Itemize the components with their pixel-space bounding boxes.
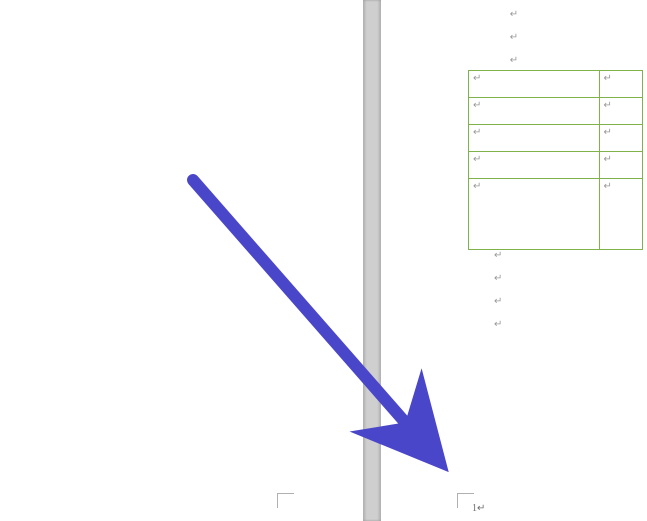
- table-cell[interactable]: ↵: [599, 179, 643, 250]
- table-cell[interactable]: ↵: [469, 71, 600, 98]
- paragraph-mark: ↵: [494, 251, 502, 261]
- paragraph-mark: ↵: [381, 33, 647, 43]
- paragraph-mark: ↵: [494, 297, 502, 307]
- table-row[interactable]: ↵ ↵: [469, 152, 643, 179]
- paragraph-mark: ↵: [381, 10, 647, 20]
- table-cell[interactable]: ↵: [469, 152, 600, 179]
- table-cell[interactable]: ↵: [469, 179, 600, 250]
- table-row[interactable]: ↵ ↵: [469, 98, 643, 125]
- table-cell[interactable]: ↵: [469, 98, 600, 125]
- page-right[interactable]: ↵ ↵ ↵ ↵ ↵ ↵ ↵ ↵ ↵ ↵ ↵ ↵ ↵ ↵ ↵ ↵ ↵ 1↵: [381, 0, 647, 521]
- table-cell[interactable]: ↵: [599, 125, 643, 152]
- table-cell[interactable]: ↵: [599, 152, 643, 179]
- page-gap: [363, 0, 381, 521]
- footer-crop-mark-left: [277, 493, 294, 508]
- table-row[interactable]: ↵ ↵: [469, 71, 643, 98]
- page-left[interactable]: [0, 0, 363, 521]
- document-table[interactable]: ↵ ↵ ↵ ↵ ↵ ↵ ↵ ↵ ↵ ↵: [468, 70, 643, 250]
- paragraph-mark: ↵: [494, 274, 502, 284]
- table-row[interactable]: ↵ ↵: [469, 179, 643, 250]
- table-row[interactable]: ↵ ↵: [469, 125, 643, 152]
- page-number: 1↵: [472, 503, 485, 514]
- paragraph-mark: ↵: [494, 320, 502, 330]
- table-cell[interactable]: ↵: [599, 98, 643, 125]
- paragraph-mark: ↵: [381, 56, 647, 66]
- table-cell[interactable]: ↵: [469, 125, 600, 152]
- table-cell[interactable]: ↵: [599, 71, 643, 98]
